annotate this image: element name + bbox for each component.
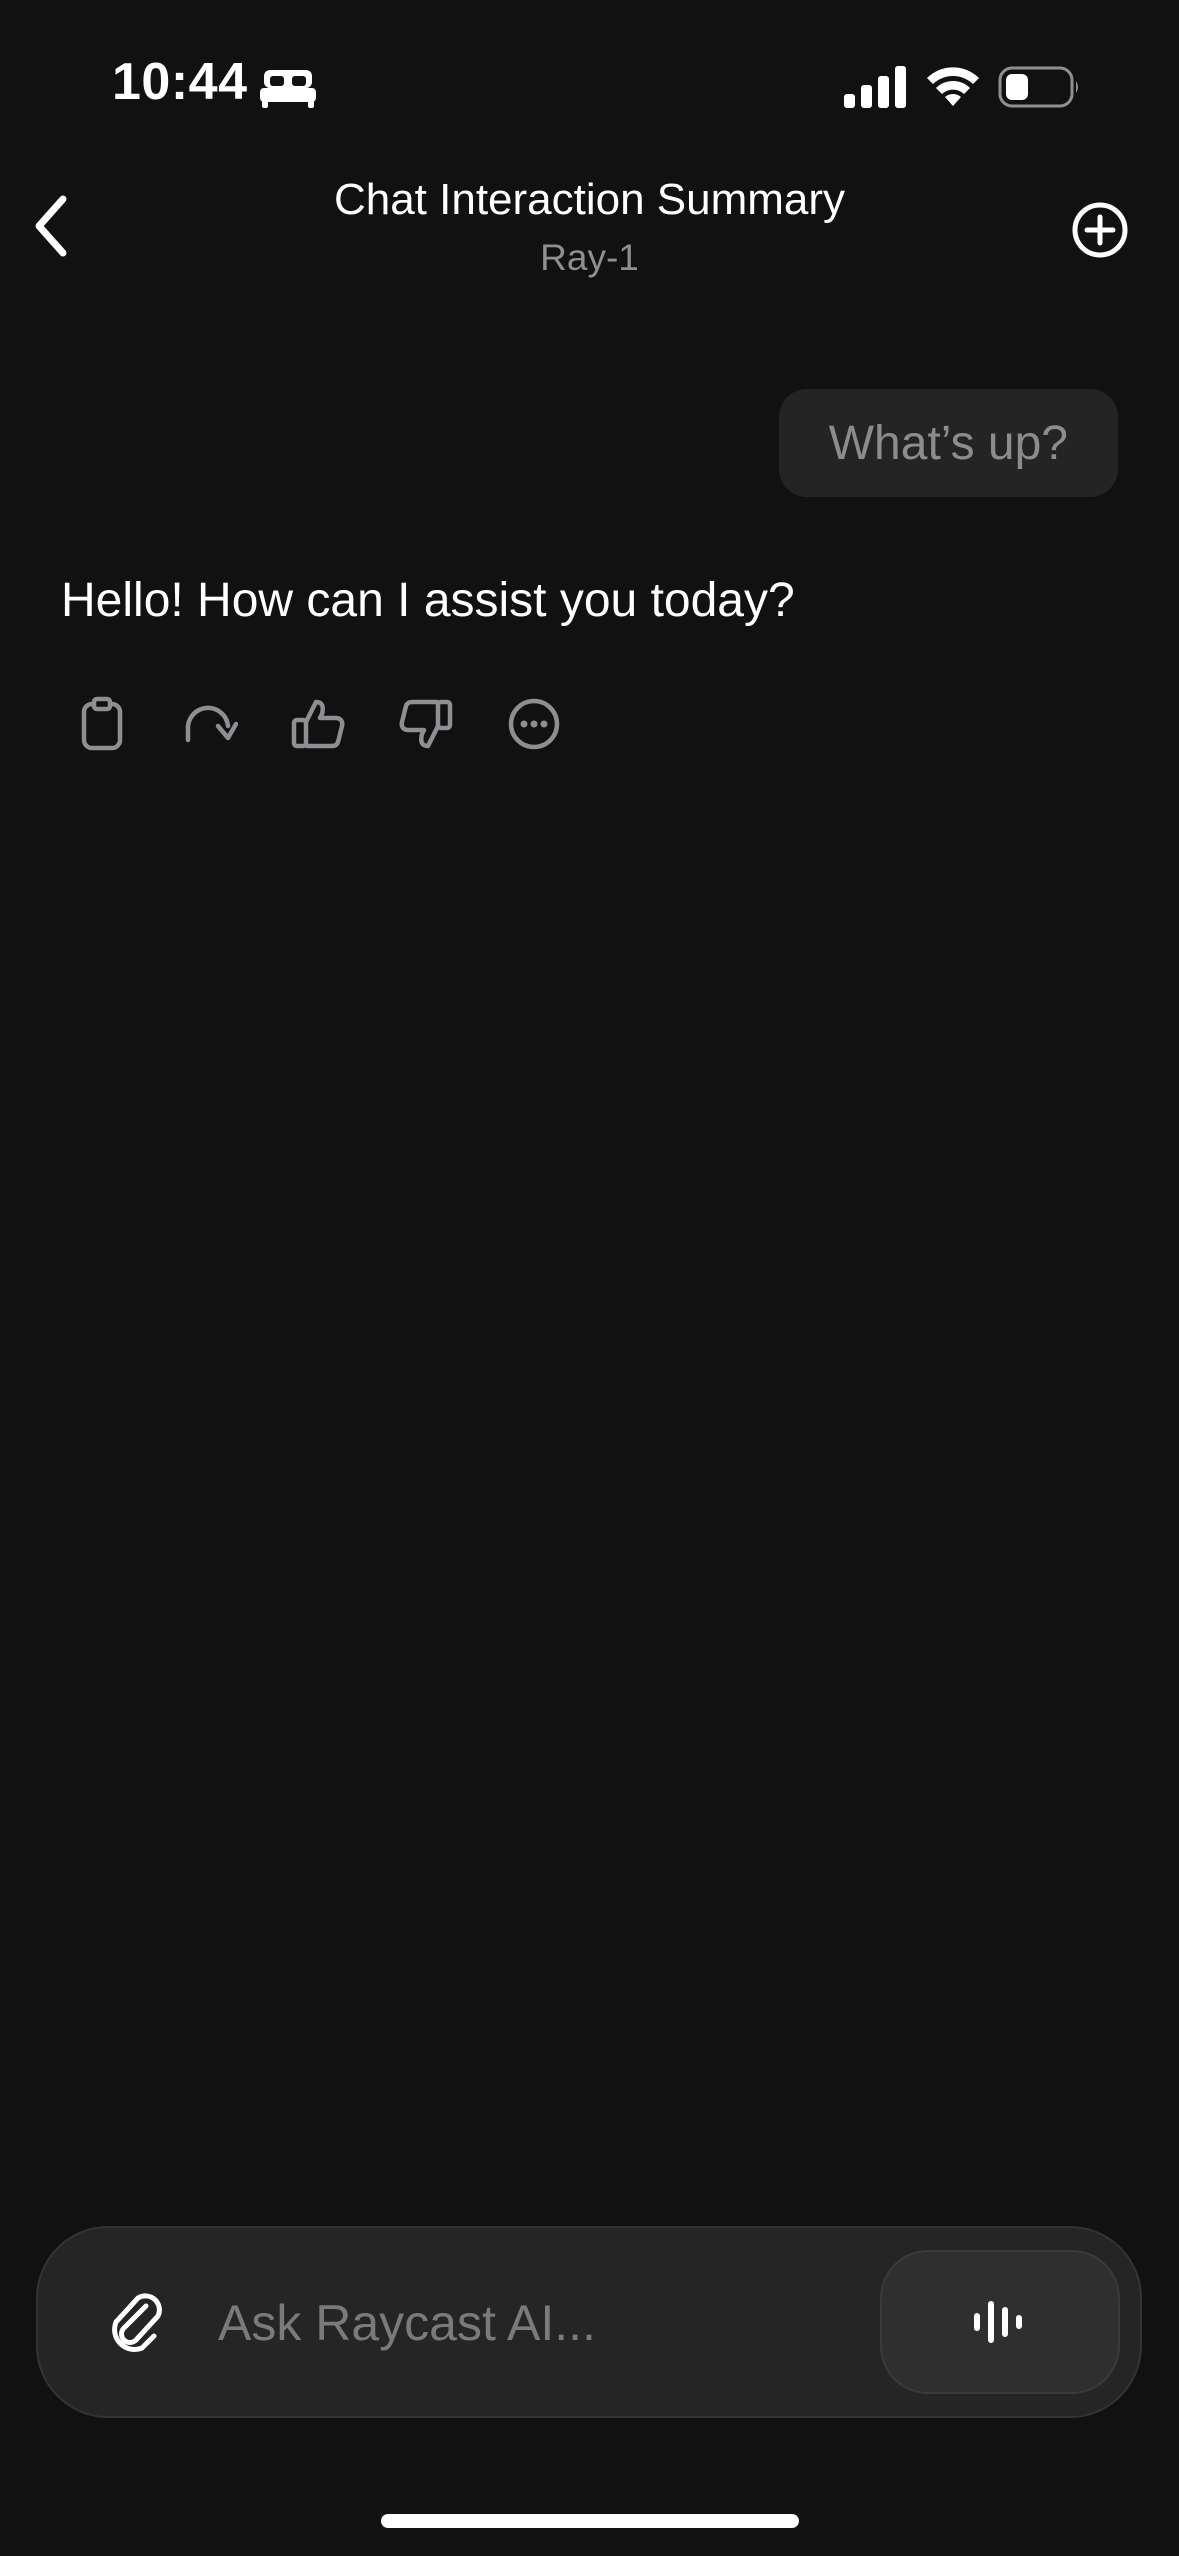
user-message-text: What’s up? [828, 416, 1068, 470]
voice-button[interactable] [880, 2250, 1120, 2394]
assistant-message: Hello! How can I assist you today? [61, 574, 795, 627]
model-name[interactable]: Ray-1 [0, 234, 1179, 282]
bed-icon [260, 70, 316, 108]
more-icon [508, 698, 560, 750]
wifi-icon [927, 67, 979, 106]
plus-circle-icon [1072, 202, 1128, 258]
thumbs-down-button[interactable] [392, 690, 460, 758]
signal-icon [844, 66, 906, 108]
composer [36, 2226, 1142, 2418]
regenerate-icon [185, 705, 238, 743]
regenerate-button[interactable] [176, 690, 244, 758]
message-actions [68, 686, 608, 762]
attach-button[interactable] [98, 2284, 178, 2364]
new-chat-button[interactable] [1066, 196, 1134, 264]
waveform-icon [974, 2301, 1022, 2343]
page-title: Chat Interaction Summary [333, 175, 846, 224]
more-button[interactable] [500, 690, 568, 758]
thumbs-up-icon [291, 699, 345, 749]
copy-button[interactable] [68, 690, 136, 758]
message-input[interactable] [218, 2268, 878, 2378]
copy-icon [81, 696, 123, 751]
thumbs-down-icon [399, 699, 453, 749]
status-bar: 10:44 [0, 0, 1179, 160]
status-time: 10:44 [112, 53, 248, 111]
user-message-bubble[interactable]: What’s up? [778, 389, 1118, 497]
paperclip-icon [112, 2293, 162, 2352]
home-indicator [381, 2514, 799, 2528]
thumbs-up-button[interactable] [284, 690, 352, 758]
battery-icon [998, 66, 1078, 108]
